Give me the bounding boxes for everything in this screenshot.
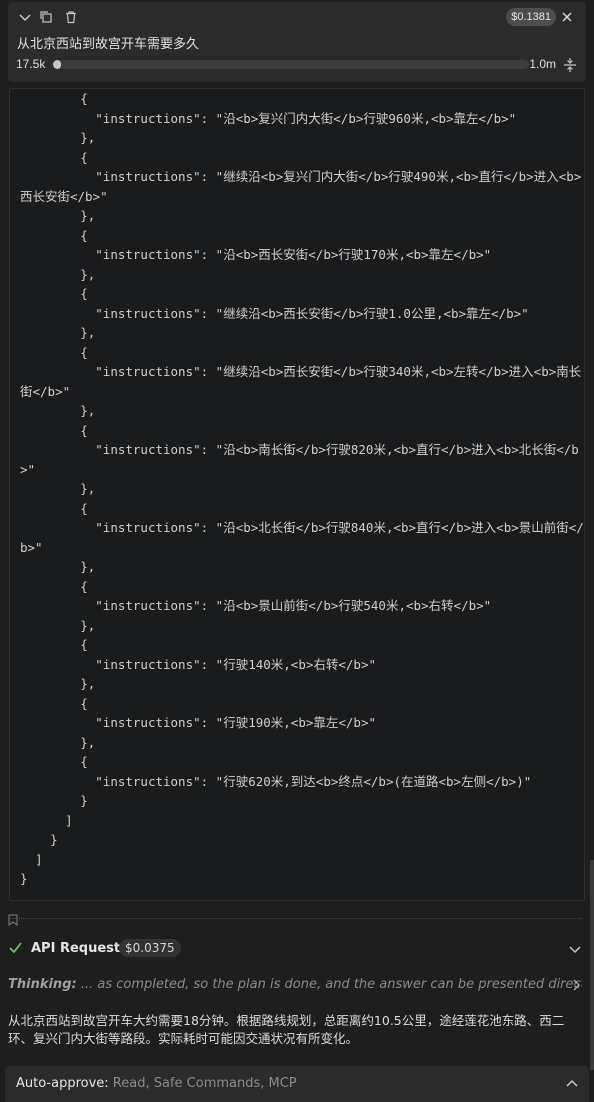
- code-line: ]: [20, 812, 73, 828]
- checkpoint-divider: [10, 918, 582, 920]
- code-line: }: [20, 871, 28, 886]
- close-icon[interactable]: [560, 9, 576, 25]
- bookmark-icon[interactable]: [8, 911, 18, 930]
- code-line: },: [20, 559, 96, 574]
- code-content: { "instructions": "沿<b>复兴门内大街</b>行驶960米,…: [10, 89, 584, 889]
- trash-icon[interactable]: [64, 9, 80, 25]
- task-header: $0.1381 从北京西站到故宫开车需要多久 17.5k 1.0m: [8, 2, 586, 82]
- code-line: "instructions": "沿<b>西长安街</b>行驶170米,<b>靠…: [20, 247, 492, 262]
- code-line: },: [20, 734, 96, 750]
- auto-approve-label: Auto-approve: Read, Safe Commands, MCP: [16, 1076, 297, 1091]
- auto-approve-title: Auto-approve:: [16, 1076, 109, 1091]
- tool-output-code-block[interactable]: { "instructions": "沿<b>复兴门内大街</b>行驶960米,…: [9, 88, 585, 901]
- context-progress-bar: [53, 60, 529, 69]
- code-line: "instructions": "继续沿<b>西长安街</b>行驶1.0公里,<…: [20, 305, 529, 321]
- code-line: },: [20, 266, 96, 282]
- thinking-label: Thinking:: [8, 977, 77, 992]
- code-line: }: [20, 832, 58, 847]
- code-line: "instructions": "继续沿<b>复兴门内大街</b>行驶490米,…: [20, 169, 582, 204]
- code-line: "instructions": "沿<b>南长街</b>行驶820米,<b>直行…: [20, 442, 579, 477]
- code-line: ]: [20, 851, 43, 867]
- code-line: {: [20, 500, 88, 516]
- code-line: {: [20, 227, 88, 243]
- scrollbar[interactable]: [590, 860, 594, 1070]
- auto-approve-value: Read, Safe Commands, MCP: [108, 1076, 297, 1091]
- code-line: },: [20, 403, 96, 418]
- copy-icon[interactable]: [39, 9, 55, 25]
- code-line: },: [20, 130, 96, 145]
- chevron-up-icon[interactable]: [565, 1076, 579, 1095]
- code-line: },: [20, 617, 96, 633]
- task-header-toolbar: $0.1381: [18, 7, 576, 27]
- code-line: {: [20, 754, 88, 769]
- compress-icon[interactable]: [562, 57, 578, 73]
- code-line: "instructions": "沿<b>北长街</b>行驶840米,<b>直行…: [20, 520, 584, 555]
- thinking-text: ... as completed, so the plan is done, a…: [76, 977, 582, 992]
- code-line: },: [20, 208, 96, 223]
- code-line: "instructions": "行驶140米,<b>右转</b>": [20, 656, 377, 672]
- code-line: {: [20, 344, 88, 360]
- code-line: "instructions": "继续沿<b>西长安街</b>行驶340米,<b…: [20, 364, 582, 399]
- task-cost-badge: $0.1381: [506, 8, 556, 26]
- auto-approve-bar[interactable]: Auto-approve: Read, Safe Commands, MCP: [5, 1066, 589, 1102]
- code-line: {: [20, 695, 88, 711]
- api-request-cost: $0.0375: [119, 939, 181, 957]
- code-line: {: [20, 91, 88, 106]
- context-max: 1.0m: [529, 57, 556, 71]
- code-line: {: [20, 637, 88, 652]
- check-icon: [8, 940, 23, 959]
- code-line: },: [20, 481, 96, 496]
- code-line: "instructions": "行驶190米,<b>靠左</b>": [20, 715, 377, 730]
- chevron-down-icon[interactable]: [18, 9, 34, 25]
- chevron-right-icon[interactable]: [570, 978, 582, 995]
- context-used: 17.5k: [16, 57, 46, 71]
- task-title: 从北京西站到故宫开车需要多久: [17, 37, 200, 52]
- code-line: "instructions": "沿<b>复兴门内大街</b>行驶960米,<b…: [20, 110, 517, 126]
- thinking-row[interactable]: Thinking: ... as completed, so the plan …: [8, 977, 582, 995]
- code-line: {: [20, 286, 88, 301]
- context-progress-fill: [53, 60, 62, 69]
- code-line: {: [20, 578, 88, 594]
- api-request-row[interactable]: API Request $0.0375: [8, 938, 582, 960]
- api-request-label: API Request: [31, 941, 121, 956]
- code-line: }: [20, 793, 88, 808]
- assistant-answer: 从北京西站到故宫开车大约需要18分钟。根据路线规划，总距离约10.5公里，途经莲…: [8, 1013, 565, 1046]
- code-line: "instructions": "沿<b>景山前街</b>行驶540米,<b>右…: [20, 598, 492, 613]
- chevron-down-icon[interactable]: [568, 941, 582, 960]
- code-line: "instructions": "行驶620米,到达<b>终点</b>(在道路<…: [20, 773, 532, 789]
- code-line: {: [20, 149, 88, 165]
- code-line: },: [20, 325, 96, 340]
- code-line: },: [20, 676, 96, 691]
- context-window-row: 17.5k 1.0m: [16, 57, 578, 73]
- code-line: {: [20, 422, 88, 438]
